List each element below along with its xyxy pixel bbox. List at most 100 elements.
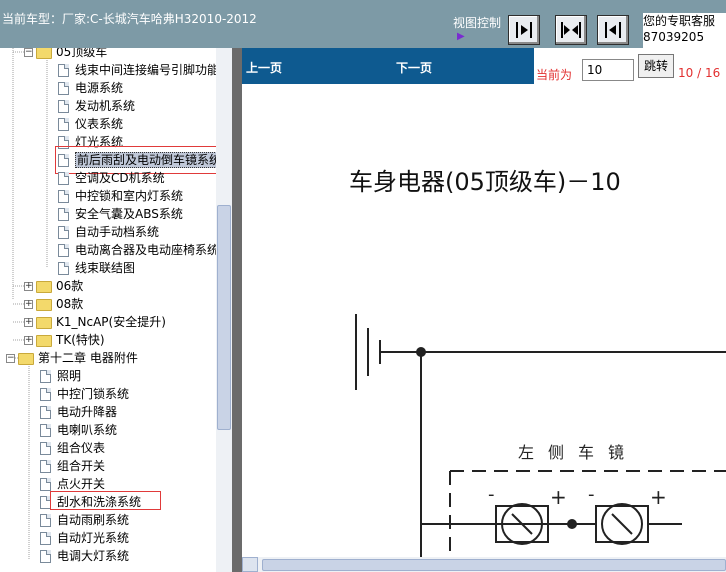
component-label: 左侧车镜 <box>518 443 638 462</box>
split-center-button[interactable] <box>555 15 587 45</box>
tree-item-label: 安全气囊及ABS系统 <box>75 207 183 221</box>
tree-item-central-lock[interactable]: 中控锁和室内灯系统 <box>58 187 183 205</box>
terminal-minus: - <box>588 484 595 505</box>
tree-item-airbag-abs[interactable]: 安全气囊及ABS系统 <box>58 205 183 223</box>
expand-icon[interactable]: + <box>24 318 33 327</box>
tree-item-label: 电动升降器 <box>57 405 118 419</box>
tree-item-label: 自动雨刷系统 <box>57 513 130 527</box>
document-icon <box>40 406 51 419</box>
tree-item-label: 发动机系统 <box>75 99 136 113</box>
tree-item-ac-cd[interactable]: 空调及CD机系统 <box>58 169 165 187</box>
document-icon <box>58 118 69 131</box>
tree-item-label: 自动灯光系统 <box>57 531 130 545</box>
tree-item-power[interactable]: 电源系统 <box>58 79 123 97</box>
tree-item-label: 06款 <box>56 279 84 293</box>
folder-icon <box>36 316 52 329</box>
arrow-left-bar-icon <box>605 22 621 38</box>
folder-open-icon <box>36 48 52 59</box>
tree-item-label: 点火开关 <box>57 477 106 491</box>
folder-icon <box>36 298 52 311</box>
expand-icon[interactable]: + <box>24 300 33 309</box>
expand-left-button[interactable] <box>597 15 629 45</box>
pane-splitter[interactable] <box>232 48 242 572</box>
page-jump-area: 当前为 跳转 10 / 16 <box>534 48 726 84</box>
tree-item-label: 中控锁和室内灯系统 <box>75 189 184 203</box>
next-page-link[interactable]: 下一页 <box>396 59 432 76</box>
tree-folder-08[interactable]: +08款 <box>24 295 83 313</box>
tree-item-label: 线束中间连接编号引脚功能 <box>75 63 220 77</box>
current-car-model: 当前车型：厂家:C-长城汽车哈弗H32010-2012 <box>2 12 257 26</box>
tree-item-auto-light[interactable]: 自动灯光系统 <box>40 529 129 547</box>
document-icon <box>58 64 69 77</box>
document-icon <box>58 208 69 221</box>
tree-item-instrument[interactable]: 仪表系统 <box>58 115 123 133</box>
document-icon <box>58 244 69 257</box>
top-bar: 当前车型：厂家:C-长城汽车哈弗H32010-2012 视图控制 ▶ 您的专职客… <box>0 0 726 48</box>
expand-right-button[interactable] <box>508 15 540 45</box>
prev-page-link[interactable]: 上一页 <box>246 59 282 76</box>
collapse-icon[interactable]: − <box>24 48 33 57</box>
tree-folder-05-top[interactable]: − 05顶级车 <box>24 48 107 61</box>
tree-scrollbar-thumb[interactable] <box>217 205 231 430</box>
document-icon <box>58 226 69 239</box>
document-icon <box>40 514 51 527</box>
view-control-label: 视图控制 <box>453 16 502 30</box>
tree-item-label: TK(特快) <box>56 333 105 347</box>
tree-item-label: 组合开关 <box>57 459 106 473</box>
junction-dot <box>416 347 426 357</box>
terminal-plus: + <box>550 485 567 509</box>
tree-item-lighting-accessory[interactable]: 照明 <box>40 367 81 385</box>
horizontal-scrollbar-thumb[interactable] <box>262 559 726 571</box>
tree-item-headlight-leveling[interactable]: 电调大灯系统 <box>40 547 129 565</box>
current-page-label: 当前为 <box>536 68 573 82</box>
tree-item-label: 第十二章 电器附件 <box>38 351 138 365</box>
arrows-center-icon <box>561 22 581 38</box>
tree-item-transmission[interactable]: 自动手动档系统 <box>58 223 159 241</box>
expand-icon[interactable]: + <box>24 282 33 291</box>
tree-item-label: 照明 <box>57 369 82 383</box>
tree-item-label: 08款 <box>56 297 84 311</box>
document-icon <box>40 424 51 437</box>
terminal-plus: + <box>650 485 667 509</box>
document-icon <box>40 550 51 563</box>
tree-item-label: 自动手动档系统 <box>75 225 160 239</box>
tree-item-engine[interactable]: 发动机系统 <box>58 97 135 115</box>
tree-item-harness-diagram[interactable]: 线束联结图 <box>58 259 135 277</box>
tree-item-label: 05顶级车 <box>56 48 108 59</box>
page-nav-bar: 上一页 下一页 当前为 跳转 10 / 16 <box>242 48 726 84</box>
customer-service-number: 87039205 <box>643 30 705 44</box>
tree-item-label: 电调大灯系统 <box>57 549 130 563</box>
document-icon <box>40 388 51 401</box>
tree-item-label: K1_NcAP(安全提升) <box>56 315 166 329</box>
tree-folder-k1[interactable]: + K1_NcAP(安全提升) <box>24 313 166 331</box>
customer-service-info: 您的专职客服 87039205 <box>643 13 726 48</box>
tree-folder-tk[interactable]: + TK(特快) <box>24 331 105 349</box>
document-icon <box>40 460 51 473</box>
expand-icon[interactable]: + <box>24 336 33 345</box>
document-icon <box>40 532 51 545</box>
tree-item-label: 空调及CD机系统 <box>75 171 165 185</box>
tree-item-auto-wiper[interactable]: 自动雨刷系统 <box>40 511 129 529</box>
tree-item-harness-pins[interactable]: 线束中间连接编号引脚功能 <box>58 61 219 79</box>
folder-icon <box>36 280 52 293</box>
page-number-input[interactable] <box>582 59 634 81</box>
jump-button[interactable]: 跳转 <box>638 54 674 78</box>
tree-item-label: 线束联结图 <box>75 261 136 275</box>
document-icon <box>40 478 51 491</box>
tree-item-door-lock[interactable]: 中控门锁系统 <box>40 385 129 403</box>
tree-folder-chapter12[interactable]: − 第十二章 电器附件 <box>6 349 138 367</box>
scroll-left-arrow-icon[interactable] <box>242 557 258 572</box>
tree-item-label: 电源系统 <box>75 81 124 95</box>
collapse-icon[interactable]: − <box>6 354 15 363</box>
folder-open-icon <box>18 352 34 365</box>
document-icon <box>58 172 69 185</box>
document-icon <box>58 262 69 275</box>
tree-folder-06[interactable]: +06款 <box>24 277 83 295</box>
arrow-right-bar-icon <box>516 22 532 38</box>
tree-item-combo-meter[interactable]: 组合仪表 <box>40 439 105 457</box>
tree-item-horn[interactable]: 电喇叭系统 <box>40 421 117 439</box>
tree-item-combo-switch[interactable]: 组合开关 <box>40 457 105 475</box>
document-icon <box>40 370 51 383</box>
tree-item-window-lifter[interactable]: 电动升降器 <box>40 403 117 421</box>
tree-item-clutch-seat[interactable]: 电动离合器及电动座椅系统 <box>58 241 219 259</box>
